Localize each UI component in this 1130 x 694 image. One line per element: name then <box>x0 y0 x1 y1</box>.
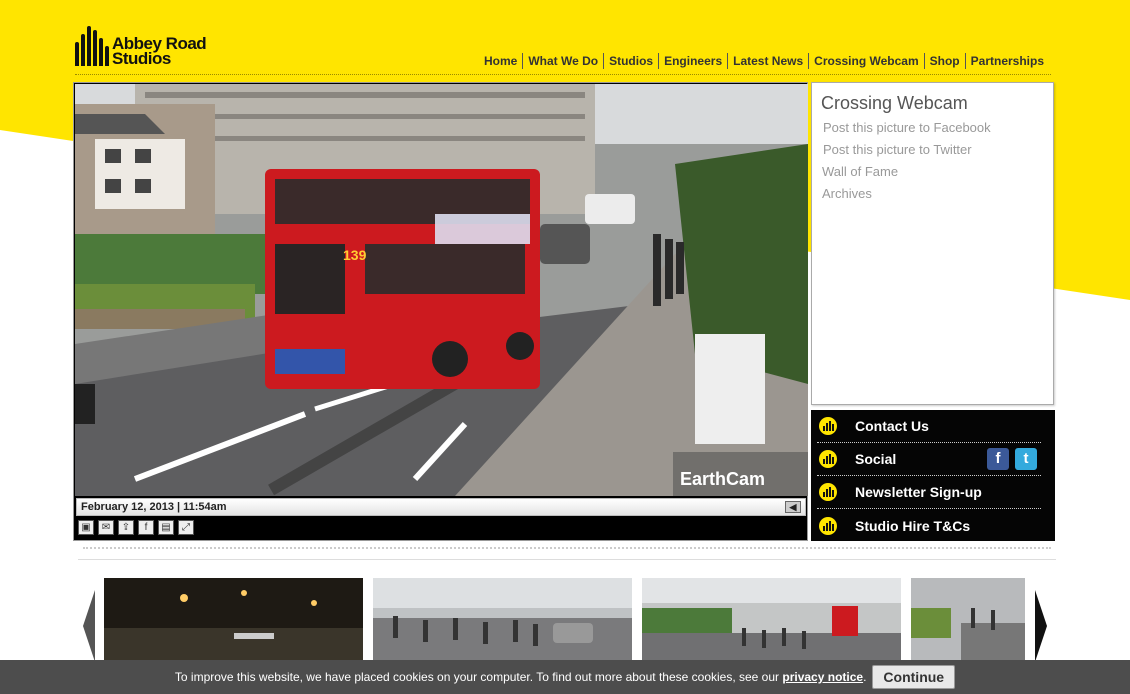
studio-bars-icon <box>819 516 837 535</box>
newsletter-signup-link[interactable]: Newsletter Sign-up <box>817 476 1041 509</box>
facebook-icon[interactable]: f <box>987 448 1009 470</box>
speaker-icon[interactable]: ◀ <box>785 501 801 513</box>
social-icons: f t <box>987 448 1037 470</box>
webcam-player: 139 EarthCam February 12, 2013 | 11:54am… <box>73 82 808 541</box>
webcam-carousel <box>80 578 1050 668</box>
cookie-text: To improve this website, we have placed … <box>174 670 780 684</box>
quick-links-panel: Contact Us Social f t Newsletter Sign-up… <box>811 410 1055 541</box>
studio-hire-link[interactable]: Studio Hire T&Cs <box>817 509 1041 542</box>
nav-latest-news[interactable]: Latest News <box>727 53 808 69</box>
main-nav: Home What We Do Studios Engineers Latest… <box>479 53 1049 69</box>
share-icon[interactable]: ⇪ <box>118 520 134 535</box>
email-icon[interactable]: ✉ <box>98 520 114 535</box>
nav-what-we-do[interactable]: What We Do <box>522 53 603 69</box>
carousel-next-arrow-icon[interactable] <box>1035 590 1047 662</box>
nav-home[interactable]: Home <box>479 53 522 69</box>
nav-studios[interactable]: Studios <box>603 53 658 69</box>
studio-bars-icon <box>819 417 837 435</box>
studio-bars-icon <box>819 483 837 501</box>
facebook-icon[interactable]: f <box>138 520 154 535</box>
section-rule <box>78 559 1056 560</box>
carousel-thumb-park[interactable] <box>642 578 901 660</box>
nav-engineers[interactable]: Engineers <box>658 53 727 69</box>
photo-icon[interactable]: ▣ <box>78 520 94 535</box>
cookie-banner: To improve this website, we have placed … <box>0 660 1130 694</box>
contact-us-link[interactable]: Contact Us <box>817 410 1041 443</box>
crossing-webcam-panel: Crossing Webcam Post this picture to Fac… <box>811 82 1054 405</box>
section-divider <box>83 547 1051 549</box>
webcam-image[interactable]: 139 EarthCam <box>75 84 808 496</box>
nav-partnerships[interactable]: Partnerships <box>964 53 1049 69</box>
panel-title: Crossing Webcam <box>821 93 968 113</box>
carousel-thumb-side[interactable] <box>911 578 1025 660</box>
carousel-thumb-crowd[interactable] <box>373 578 632 660</box>
webcam-timestamp: February 12, 2013 | 11:54am <box>81 501 227 513</box>
twitter-icon[interactable]: t <box>1015 448 1037 470</box>
bus-route-number: 139 <box>343 247 367 263</box>
logo-text: Abbey Road Studios <box>112 34 207 68</box>
fullscreen-icon[interactable]: ⤢ <box>178 520 194 535</box>
webcam-datebar: February 12, 2013 | 11:54am ◀ <box>76 498 806 516</box>
carousel-prev-arrow-icon[interactable] <box>83 590 95 662</box>
social-row: Social f t <box>817 443 1041 476</box>
webcam-toolbar: ▣ ✉ ⇪ f ▤ ⤢ <box>78 520 194 535</box>
header-divider <box>75 74 1051 75</box>
logo-bars-icon <box>75 26 109 66</box>
nav-shop[interactable]: Shop <box>923 53 965 69</box>
nav-crossing-webcam[interactable]: Crossing Webcam <box>808 53 923 69</box>
carousel-thumb-night[interactable] <box>104 578 363 660</box>
archives-link[interactable]: Archives <box>822 186 1053 202</box>
cookie-continue-button[interactable]: Continue <box>872 665 956 689</box>
privacy-notice-link[interactable]: privacy notice <box>782 670 863 684</box>
studio-bars-icon <box>819 450 837 468</box>
post-twitter-link[interactable]: Post this picture to Twitter <box>823 142 1053 158</box>
earthcam-watermark: EarthCam <box>680 469 765 489</box>
postcard-icon[interactable]: ▤ <box>158 520 174 535</box>
wall-of-fame-link[interactable]: Wall of Fame <box>822 164 1053 180</box>
post-facebook-link[interactable]: Post this picture to Facebook <box>823 120 1053 136</box>
abbey-road-logo[interactable]: Abbey Road Studios <box>75 26 207 68</box>
